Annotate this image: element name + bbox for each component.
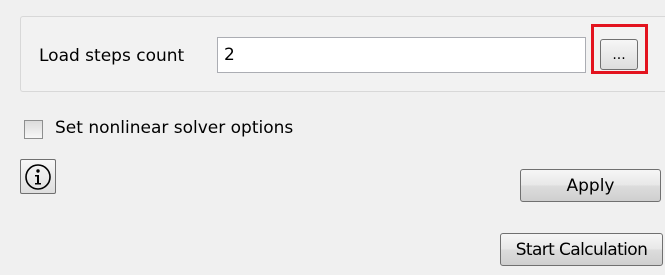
- nonlinear-options-checkbox[interactable]: [24, 120, 43, 139]
- info-button[interactable]: [20, 159, 56, 194]
- load-steps-input[interactable]: [217, 37, 586, 73]
- browse-button[interactable]: ...: [600, 39, 638, 70]
- nonlinear-options-label[interactable]: Set nonlinear solver options: [55, 117, 293, 139]
- start-calculation-button[interactable]: Start Calculation: [500, 233, 663, 266]
- info-icon: [24, 163, 52, 191]
- load-steps-label: Load steps count: [39, 46, 185, 66]
- apply-button[interactable]: Apply: [520, 169, 661, 202]
